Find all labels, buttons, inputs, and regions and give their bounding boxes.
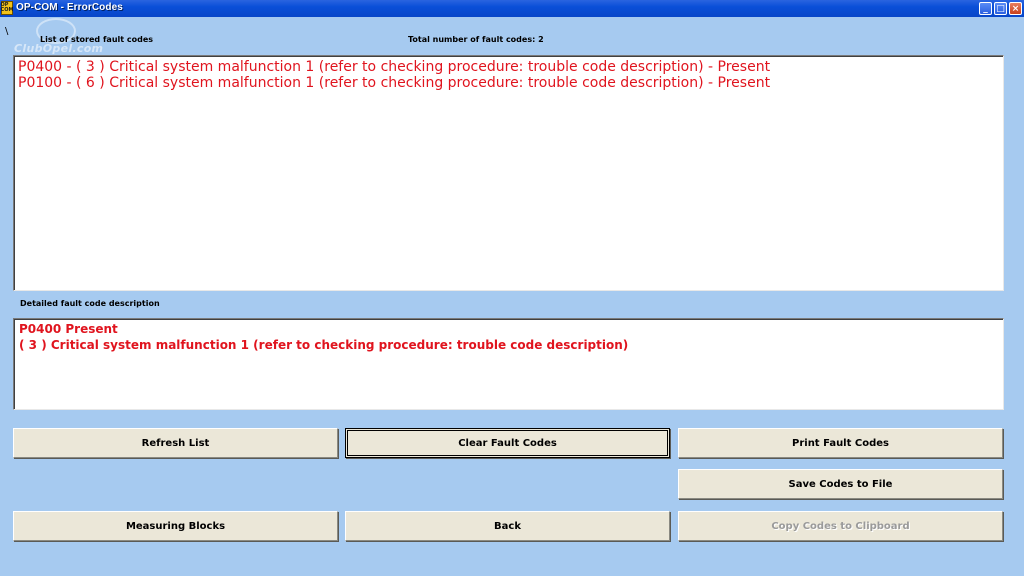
app-icon[interactable]: OP COM [1, 1, 13, 15]
stored-codes-label: List of stored fault codes [40, 35, 154, 44]
print-fault-codes-button[interactable]: Print Fault Codes [678, 428, 1003, 458]
close-button[interactable]: × [1009, 2, 1022, 15]
list-item[interactable]: P0100 - ( 6 ) Critical system malfunctio… [14, 75, 1003, 91]
copy-to-clipboard-button: Copy Codes to Clipboard [678, 511, 1003, 541]
refresh-list-button[interactable]: Refresh List [13, 428, 338, 458]
list-item[interactable]: P0400 - ( 3 ) Critical system malfunctio… [14, 59, 1003, 75]
close-icon: × [1011, 3, 1020, 14]
clear-fault-codes-button[interactable]: Clear Fault Codes [345, 428, 670, 458]
detail-line: ( 3 ) Critical system malfunction 1 (ref… [19, 337, 629, 352]
minimize-button[interactable]: _ [979, 2, 992, 15]
minimize-icon: _ [983, 3, 988, 14]
save-codes-button[interactable]: Save Codes to File [678, 469, 1003, 499]
maximize-icon: □ [996, 3, 1005, 14]
title-bar: OP COM OP-COM - ErrorCodes _ □ × [0, 0, 1024, 17]
total-codes-label: Total number of fault codes: 2 [408, 35, 544, 44]
fault-detail-box[interactable]: P0400 Present ( 3 ) Critical system malf… [13, 318, 1004, 410]
back-button[interactable]: Back [345, 511, 670, 541]
window-title: OP-COM - ErrorCodes [16, 2, 123, 13]
stray-mark: \ [5, 26, 9, 37]
maximize-button[interactable]: □ [994, 2, 1007, 15]
fault-code-list[interactable]: P0400 - ( 3 ) Critical system malfunctio… [13, 55, 1004, 291]
measuring-blocks-button[interactable]: Measuring Blocks [13, 511, 338, 541]
detail-line: P0400 Present [19, 322, 118, 336]
detail-label: Detailed fault code description [20, 299, 160, 308]
